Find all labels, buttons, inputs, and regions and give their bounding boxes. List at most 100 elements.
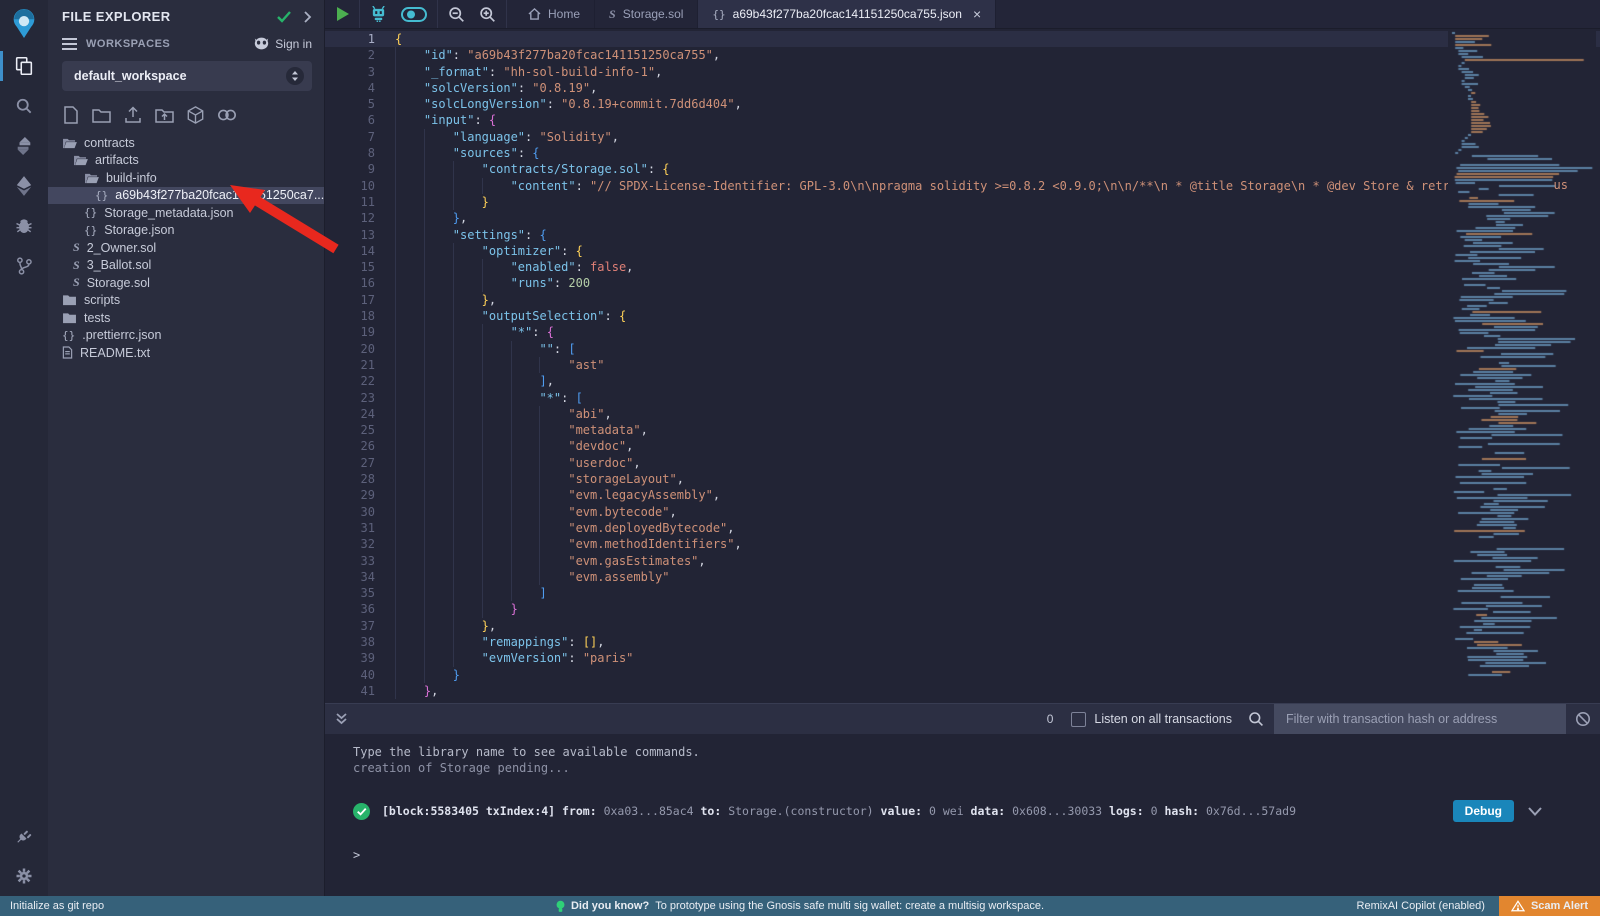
code-line-37[interactable]: 37}, [325,618,1600,634]
listen-all-transactions-checkbox[interactable] [1071,712,1086,727]
minimap[interactable] [1448,28,1596,698]
code-line-2[interactable]: 2"id": "a69b43f277ba20fcac141151250ca755… [325,47,1600,63]
code-line-32[interactable]: 32"evm.methodIdentifiers", [325,536,1600,552]
run-script-button[interactable] [329,7,356,21]
code-line-12[interactable]: 12}, [325,210,1600,226]
code-line-15[interactable]: 15"enabled": false, [325,259,1600,275]
tree-item--prettierrc-json[interactable]: {}.prettierrc.json [48,327,324,345]
code-line-22[interactable]: 22], [325,373,1600,389]
copilot-toggle[interactable] [394,7,434,22]
code-editor[interactable]: 1{2"id": "a69b43f277ba20fcac141151250ca7… [325,28,1600,703]
chevron-right-icon[interactable] [303,11,312,23]
code-line-28[interactable]: 28"storageLayout", [325,471,1600,487]
zoom-in-icon[interactable] [472,6,503,23]
expand-transaction-chevron-icon[interactable] [1528,807,1542,816]
tree-item-a69b43f277ba20fcac141151250ca7-[interactable]: {}a69b43f277ba20fcac141151250ca7... [48,187,324,205]
tree-item-readme-txt[interactable]: README.txt [48,344,324,362]
code-line-1[interactable]: 1{ [325,31,1600,47]
tab-storage-sol[interactable]: SStorage.sol [595,0,698,28]
code-line-16[interactable]: 16"runs": 200 [325,275,1600,291]
link-icon[interactable] [217,108,237,122]
code-line-25[interactable]: 25"metadata", [325,422,1600,438]
code-line-41[interactable]: 41}, [325,683,1600,699]
code-line-9[interactable]: 9"contracts/Storage.sol": { [325,161,1600,177]
tree-item-3-ballot-sol[interactable]: S3_Ballot.sol [48,257,324,275]
clear-console-icon[interactable] [1566,711,1600,727]
code-line-29[interactable]: 29"evm.legacyAssembly", [325,487,1600,503]
code-line-4[interactable]: 4"solcVersion": "0.8.19", [325,80,1600,96]
tab-a69b43f277ba20fcac141151250ca755-json[interactable]: {}a69b43f277ba20fcac141151250ca755.json× [698,0,996,28]
transaction-filter-input[interactable] [1274,704,1566,734]
tree-item-artifacts[interactable]: artifacts [48,152,324,170]
scam-alert-badge[interactable]: Scam Alert [1499,896,1600,916]
code-line-40[interactable]: 40} [325,667,1600,683]
tree-item-scripts[interactable]: scripts [48,292,324,310]
debug-button[interactable]: Debug [1453,800,1514,822]
code-line-34[interactable]: 34"evm.assembly" [325,569,1600,585]
collapse-terminal-icon[interactable] [335,712,348,726]
new-folder-icon[interactable] [92,107,111,123]
code-line-7[interactable]: 7"language": "Solidity", [325,129,1600,145]
code-line-31[interactable]: 31"evm.deployedBytecode", [325,520,1600,536]
code-line-10[interactable]: 10"content": "// SPDX-License-Identifier… [325,178,1600,194]
code-line-18[interactable]: 18"outputSelection": { [325,308,1600,324]
zoom-out-icon[interactable] [441,6,472,23]
workspace-select[interactable]: default_workspace [62,61,312,91]
code-line-39[interactable]: 39"evmVersion": "paris" [325,650,1600,666]
tab-home[interactable]: Home [514,0,595,28]
sidebar-item-plugin-manager[interactable] [0,816,48,856]
sign-in-button[interactable]: Sign in [253,36,312,51]
code-line-35[interactable]: 35] [325,585,1600,601]
code-line-30[interactable]: 30"evm.bytecode", [325,504,1600,520]
code-line-23[interactable]: 23"*": [ [325,390,1600,406]
code-line-19[interactable]: 19"*": { [325,324,1600,340]
close-tab-icon[interactable]: × [973,7,981,21]
git-branch-icon [15,256,33,276]
tree-item-2-owner-sol[interactable]: S2_Owner.sol [48,239,324,257]
code-line-24[interactable]: 24"abi", [325,406,1600,422]
code-line-33[interactable]: 33"evm.gasEstimates", [325,553,1600,569]
upload-folder-icon[interactable] [155,107,174,123]
code-line-36[interactable]: 36} [325,601,1600,617]
code-line-38[interactable]: 38"remappings": [], [325,634,1600,650]
sidebar-item-solidity-compiler[interactable] [0,126,48,166]
code-line-21[interactable]: 21"ast" [325,357,1600,373]
remix-logo-icon[interactable] [0,0,48,46]
tree-item-tests[interactable]: tests [48,309,324,327]
token: : [576,260,590,274]
sidebar-item-debugger[interactable] [0,206,48,246]
tree-item-storage-sol[interactable]: SStorage.sol [48,274,324,292]
sidebar-item-file-explorer[interactable] [0,46,48,86]
new-file-icon[interactable] [63,106,79,124]
code-line-20[interactable]: 20"": [ [325,341,1600,357]
transaction-log-row[interactable]: [block:5583405 txIndex:4] from: 0xa03...… [353,800,1600,822]
copilot-status[interactable]: RemixAI Copilot (enabled) [1357,900,1485,912]
code-line-14[interactable]: 14"optimizer": { [325,243,1600,259]
tree-item-storage-json[interactable]: {}Storage.json [48,222,324,240]
sidebar-item-deploy-run[interactable] [0,166,48,206]
ai-copilot-robot-icon[interactable] [363,6,394,22]
tree-item-build-info[interactable]: build-info [48,169,324,187]
code-line-13[interactable]: 13"settings": { [325,227,1600,243]
token: "optimizer" [482,244,561,258]
code-line-11[interactable]: 11} [325,194,1600,210]
sidebar-item-search[interactable] [0,86,48,126]
code-line-27[interactable]: 27"userdoc", [325,455,1600,471]
sidebar-item-settings[interactable] [0,856,48,896]
git-init-status[interactable]: Initialize as git repo [0,900,104,912]
tree-item-contracts[interactable]: contracts [48,134,324,152]
upload-file-icon[interactable] [124,106,142,124]
code-line-8[interactable]: 8"sources": { [325,145,1600,161]
ipfs-box-icon[interactable] [187,106,204,124]
code-line-26[interactable]: 26"devdoc", [325,438,1600,454]
sidebar-item-git[interactable] [0,246,48,286]
tab-bar: HomeSStorage.sol{}a69b43f277ba20fcac1411… [514,0,996,28]
code-line-3[interactable]: 3"_format": "hh-sol-build-info-1", [325,64,1600,80]
tree-item-storage-metadata-json[interactable]: {}Storage_metadata.json [48,204,324,222]
hamburger-menu-icon[interactable] [62,38,77,50]
code-line-6[interactable]: 6"input": { [325,112,1600,128]
code-line-5[interactable]: 5"solcLongVersion": "0.8.19+commit.7dd6d… [325,96,1600,112]
terminal-prompt[interactable]: > [353,848,1600,862]
code-line-17[interactable]: 17}, [325,292,1600,308]
terminal-output[interactable]: Type the library name to see available c… [325,734,1600,862]
